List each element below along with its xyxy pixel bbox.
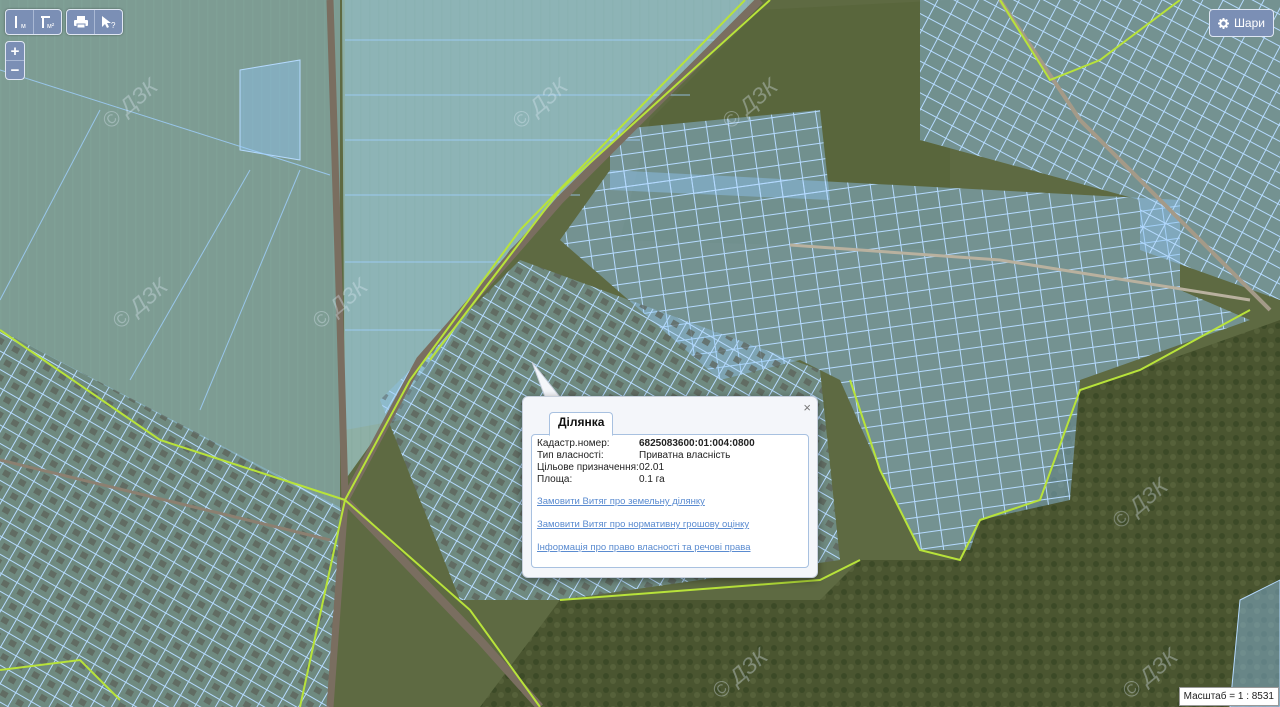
svg-text:м²: м² [47, 23, 55, 30]
print-identify-tools: ? [66, 9, 123, 35]
tab-parcel[interactable]: Ділянка [549, 412, 614, 436]
popup-panel: Кадастр.номер: 6825083600:01:004:0800 Ти… [531, 434, 809, 568]
parcel-popup: × Ділянка Кадастр.номер: 6825083600:01:0… [522, 396, 818, 578]
parcel-small[interactable] [239, 59, 301, 161]
cadastral-label: Кадастр.номер: [537, 438, 610, 449]
svg-text:?: ? [111, 21, 116, 30]
info-row-cadastral: Кадастр.номер: 6825083600:01:004:0800 [532, 438, 755, 450]
zoom-in-button[interactable]: + [6, 42, 24, 60]
print-button[interactable] [67, 10, 95, 34]
zoom-out-button[interactable]: − [6, 60, 24, 79]
layers-button[interactable]: Шари [1208, 9, 1274, 37]
info-row-purpose: Цільове призначення: 02.01 [532, 462, 755, 474]
area-value: 0.1 га [639, 474, 665, 485]
print-icon [73, 16, 88, 29]
measure-length-button[interactable]: м [6, 10, 34, 34]
map-canvas[interactable]: © ДЗК © ДЗК © ДЗК © ДЗК © ДЗК © ДЗК © ДЗ… [0, 0, 1280, 707]
svg-text:м: м [21, 23, 26, 30]
info-row-area: Площа: 0.1 га [532, 474, 755, 486]
measure-tools: м м² [5, 9, 62, 35]
layers-label: Шари [1233, 16, 1265, 30]
measure-area-icon: м² [40, 16, 55, 30]
area-label: Площа: [537, 474, 573, 485]
zoom-control: + − [5, 41, 25, 80]
order-parcel-extract-link[interactable]: Замовити Витяг про земельну ділянку [537, 496, 705, 507]
map-toolbar: м м² ? [5, 9, 123, 35]
parcel-info-table: Кадастр.номер: 6825083600:01:004:0800 Ти… [532, 438, 755, 486]
measure-area-button[interactable]: м² [34, 10, 61, 34]
cadastral-number: 6825083600:01:004:0800 [639, 438, 755, 449]
ownership-label: Тип власності: [537, 450, 604, 461]
purpose-value: 02.01 [639, 462, 665, 473]
ownership-value: Приватна власність [639, 450, 731, 461]
gear-icon [1217, 17, 1229, 29]
order-valuation-extract-link[interactable]: Замовити Витяг про нормативну грошову оц… [537, 519, 749, 530]
scale-readout: Масштаб = 1 : 8531 [1178, 687, 1279, 706]
info-row-ownership: Тип власності: Приватна власність [532, 450, 755, 462]
purpose-label: Цільове призначення: [537, 462, 639, 473]
measure-length-icon: м [14, 16, 26, 30]
identify-cursor-icon: ? [101, 16, 116, 30]
ownership-info-link[interactable]: Інформація про право власності та речові… [537, 542, 751, 553]
close-icon[interactable]: × [803, 400, 811, 415]
identify-button[interactable]: ? [95, 10, 122, 34]
